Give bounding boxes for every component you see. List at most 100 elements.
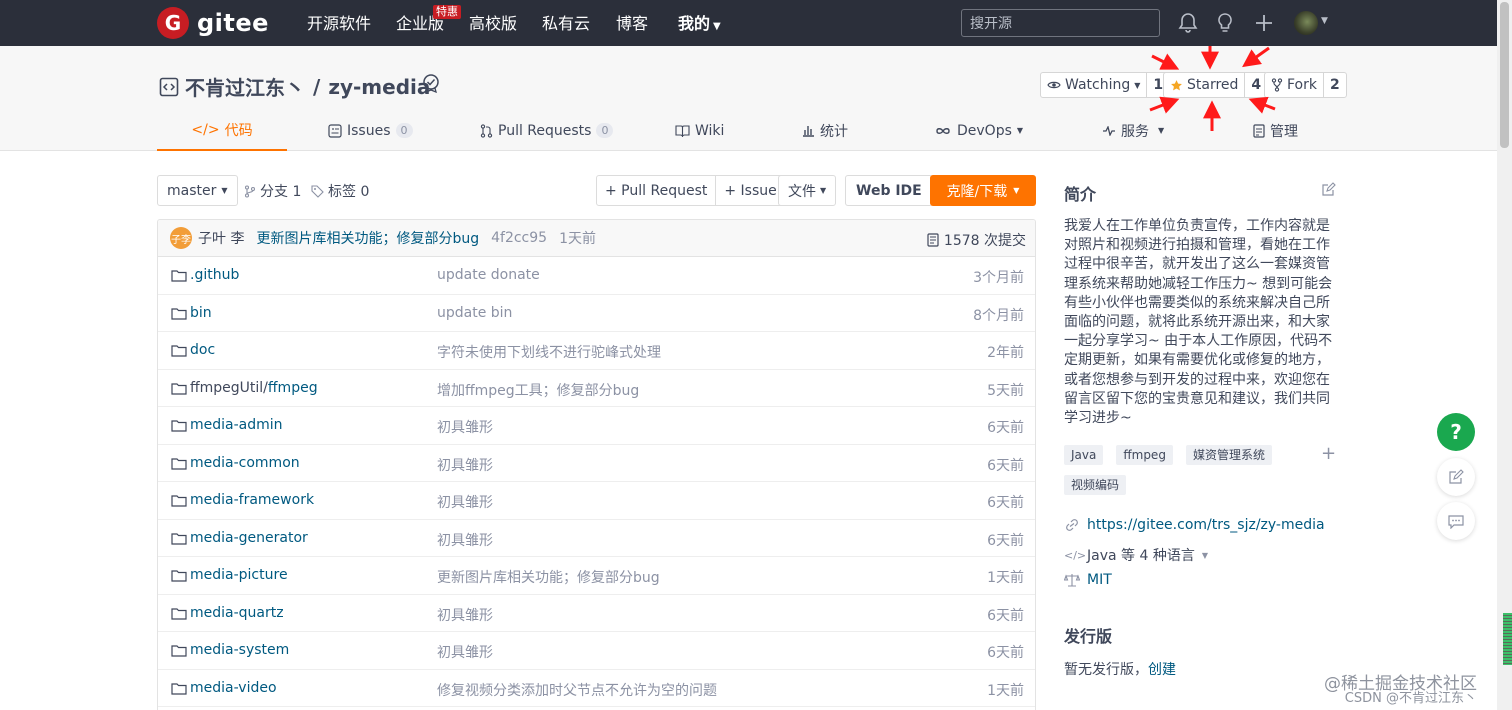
tab-devops-label: DevOps — [957, 122, 1012, 139]
repo-url-link[interactable]: https://gitee.com/trs_sjz/zy-media — [1087, 517, 1325, 533]
file-menu-button[interactable]: 文件 ▼ — [778, 175, 837, 206]
tab-issues-label: Issues — [347, 122, 391, 139]
file-name-link[interactable]: .github — [190, 267, 239, 283]
language-line[interactable]: </> Java 等 4 种语言 ▼ — [1064, 545, 1208, 565]
tag-media-asset[interactable]: 媒资管理系统 — [1185, 445, 1272, 465]
commit-author-avatar[interactable]: 子李 — [170, 227, 192, 249]
file-name-link[interactable]: media-common — [190, 455, 300, 471]
web-ide-button[interactable]: Web IDE — [845, 175, 933, 206]
bell-icon[interactable] — [1176, 11, 1200, 35]
new-issue-button[interactable]: + Issue — [715, 176, 784, 205]
commit-count-link[interactable]: 1578 次提交 — [927, 230, 1026, 250]
tag-java[interactable]: Java — [1064, 445, 1104, 465]
file-name-link[interactable]: doc — [190, 342, 215, 358]
nav-open-source[interactable]: 开源软件 — [307, 14, 371, 34]
file-commit-message[interactable]: 初具雏形 — [437, 642, 493, 662]
create-release-link[interactable]: 创建 — [1148, 659, 1176, 679]
file-name-link[interactable]: media-system — [190, 642, 289, 658]
new-pull-request-button[interactable]: + Pull Request — [597, 176, 715, 205]
tab-devops[interactable]: DevOps ▼ — [934, 110, 1023, 151]
devops-caret-icon: ▼ — [1016, 126, 1024, 135]
file-row[interactable]: .github update donate 3个月前 — [158, 257, 1035, 295]
file-row[interactable]: media-framework 初具雏形 6天前 — [158, 482, 1035, 520]
tab-services[interactable]: 服务 ▼ — [1102, 110, 1164, 151]
tab-issues[interactable]: Issues 0 — [328, 110, 413, 151]
add-tag-icon[interactable]: + — [1321, 443, 1336, 464]
file-row[interactable]: ffmpegUtil/ffmpeg 增加ffmpeg工具；修复部分bug 5天前 — [158, 370, 1035, 407]
file-row[interactable]: bin update bin 8个月前 — [158, 295, 1035, 332]
file-commit-message[interactable]: 初具雏形 — [437, 455, 493, 475]
avatar-caret-icon[interactable]: ▼ — [1321, 16, 1328, 26]
nav-university[interactable]: 高校版 — [469, 14, 517, 34]
feedback-button[interactable] — [1437, 458, 1475, 496]
file-name: media-quartz — [190, 604, 284, 621]
file-commit-time: 6天前 — [987, 645, 1024, 661]
tab-pull-requests[interactable]: Pull Requests 0 — [480, 110, 614, 151]
help-button[interactable]: ? — [1437, 413, 1475, 451]
file-name: ffmpeg — [267, 379, 318, 396]
file-row[interactable]: doc 字符未使用下划线不进行驼峰式处理 2年前 — [158, 332, 1035, 370]
license-link[interactable]: MIT — [1087, 572, 1112, 588]
file-name-link[interactable]: media-generator — [190, 530, 308, 546]
file-commit-message[interactable]: 初具雏形 — [437, 530, 493, 550]
file-row[interactable]: media-generator 初具雏形 6天前 — [158, 520, 1035, 557]
starred-button[interactable]: Starred — [1164, 73, 1246, 97]
file-name-link[interactable]: media-framework — [190, 492, 314, 508]
commit-author[interactable]: 子叶 李 — [198, 228, 244, 248]
tag-ffmpeg[interactable]: ffmpeg — [1116, 445, 1173, 465]
plus-icon[interactable] — [1252, 11, 1276, 35]
chat-button[interactable] — [1437, 502, 1475, 540]
tags-link[interactable]: 标签 0 — [311, 181, 369, 201]
file-commit-message[interactable]: 初具雏形 — [437, 605, 493, 625]
fork-button[interactable]: Fork — [1265, 73, 1324, 97]
file-row[interactable]: media-system 初具雏形 6天前 — [158, 632, 1035, 670]
file-commit-message[interactable]: update bin — [437, 305, 512, 321]
file-row[interactable]: media-quartz 初具雏形 6天前 — [158, 595, 1035, 632]
tab-stats[interactable]: 统计 — [802, 110, 848, 151]
lightbulb-icon[interactable] — [1213, 11, 1237, 35]
gitee-logo[interactable]: G gitee — [157, 7, 269, 39]
file-row[interactable]: media-admin 初具雏形 6天前 — [158, 407, 1035, 445]
file-name-link[interactable]: bin — [190, 305, 212, 321]
tab-manage[interactable]: 管理 — [1253, 110, 1298, 151]
file-commit-message[interactable]: 初具雏形 — [437, 417, 493, 437]
file-name-link[interactable]: media-video — [190, 680, 277, 696]
watching-button[interactable]: Watching ▼ — [1041, 73, 1148, 97]
nav-mine[interactable]: 我的 ▼ — [678, 14, 721, 37]
branches-link[interactable]: 分支 1 — [244, 181, 301, 201]
branch-select[interactable]: master ▼ — [157, 175, 238, 206]
commit-message[interactable]: 更新图片库相关功能；修复部分bug — [256, 228, 479, 248]
file-name-link[interactable]: media-picture — [190, 567, 288, 583]
file-name-link[interactable]: media-admin — [190, 417, 283, 433]
file-row[interactable]: media-common 初具雏形 6天前 — [158, 445, 1035, 482]
scrollbar-thumb[interactable] — [1500, 2, 1509, 148]
file-row[interactable]: media-picture 更新图片库相关功能；修复部分bug 1天前 — [158, 557, 1035, 595]
tag-video-encoding[interactable]: 视频编码 — [1064, 475, 1127, 495]
commit-sha[interactable]: 4f2cc95 — [491, 230, 547, 246]
search-input[interactable] — [961, 9, 1160, 37]
file-commit-message[interactable]: 增加ffmpeg工具；修复部分bug — [437, 380, 639, 400]
file-name-link[interactable]: media-quartz — [190, 605, 284, 621]
file-commit-message[interactable]: update donate — [437, 267, 540, 283]
language-label: Java 等 4 种语言 — [1087, 548, 1195, 564]
user-avatar[interactable] — [1294, 11, 1318, 35]
file-name-link[interactable]: ffmpegUtil/ffmpeg — [190, 380, 318, 396]
file-commit-message[interactable]: 更新图片库相关功能；修复部分bug — [437, 567, 660, 587]
language-caret-icon: ▼ — [1201, 550, 1208, 560]
file-commit-message[interactable]: 初具雏形 — [437, 492, 493, 512]
repo-owner-link[interactable]: 不肯过江东丶 — [185, 72, 305, 101]
file-list: .github update donate 3个月前 bin update bin 8个月… — [158, 257, 1035, 707]
nav-private-cloud[interactable]: 私有云 — [542, 14, 590, 34]
tab-wiki[interactable]: Wiki — [675, 110, 724, 151]
clone-download-button[interactable]: 克隆/下载 ▼ — [930, 175, 1036, 206]
file-row[interactable]: media-video 修复视频分类添加时父节点不允许为空的问题 1天前 — [158, 670, 1035, 707]
gvp-badge-icon[interactable] — [421, 73, 441, 93]
fork-count[interactable]: 2 — [1324, 73, 1346, 97]
edit-icon[interactable] — [1321, 182, 1336, 197]
file-commit-message[interactable]: 修复视频分类添加时父节点不允许为空的问题 — [437, 680, 717, 700]
repo-name-link[interactable]: zy-media — [328, 75, 430, 99]
file-commit-message[interactable]: 字符未使用下划线不进行驼峰式处理 — [437, 342, 661, 362]
main-content: master ▼ 分支 1 标签 0 + Pull Request + Issu… — [0, 151, 1497, 710]
tab-code[interactable]: </> 代码 — [157, 110, 287, 151]
nav-blog[interactable]: 博客 — [616, 14, 648, 34]
